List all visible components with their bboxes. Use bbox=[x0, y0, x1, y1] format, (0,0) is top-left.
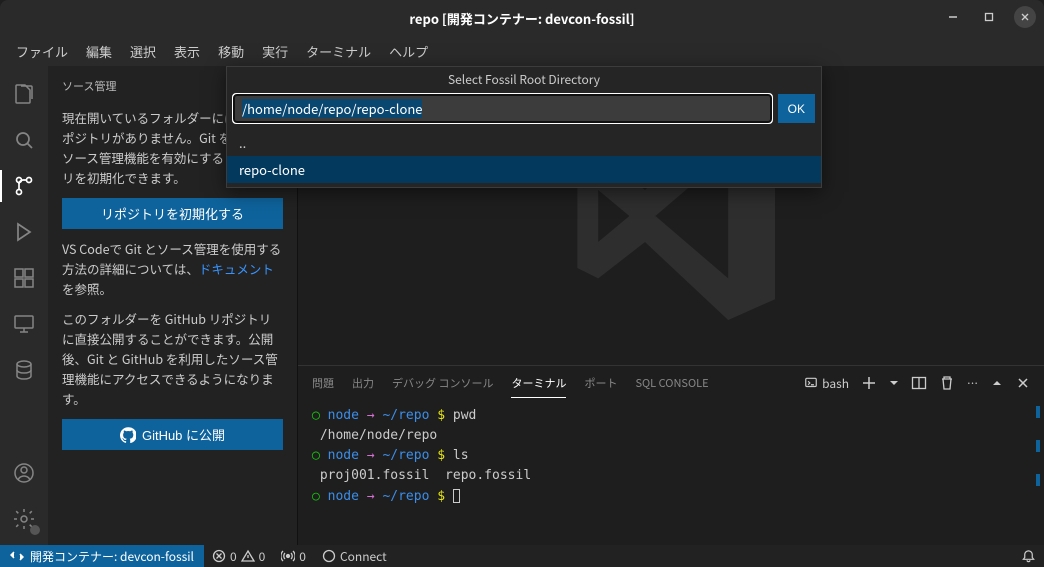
terminal-line: ◯ node → ~/repo $ ls bbox=[312, 446, 1030, 466]
menu-selection[interactable]: 選択 bbox=[122, 38, 164, 65]
status-connect[interactable]: Connect bbox=[314, 545, 395, 567]
split-terminal-icon[interactable] bbox=[911, 375, 927, 391]
plug-icon bbox=[322, 549, 336, 563]
antenna-icon bbox=[281, 549, 295, 563]
database-icon[interactable] bbox=[0, 350, 48, 390]
settings-badge bbox=[30, 525, 40, 535]
close-panel-icon[interactable] bbox=[1016, 376, 1030, 390]
status-error-count: 0 bbox=[230, 548, 237, 565]
status-ports[interactable]: 0 bbox=[273, 545, 314, 567]
quick-input-picker: Select Fossil Root Directory OK .. repo-… bbox=[226, 66, 822, 188]
settings-icon[interactable] bbox=[0, 499, 48, 539]
source-control-icon[interactable] bbox=[0, 166, 48, 206]
docs-link[interactable]: ドキュメント bbox=[199, 259, 274, 278]
menu-view[interactable]: 表示 bbox=[166, 38, 208, 65]
menu-edit[interactable]: 編集 bbox=[78, 38, 120, 65]
status-ports-count: 0 bbox=[299, 548, 306, 565]
warning-icon bbox=[241, 549, 255, 563]
picker-item-repo-clone[interactable]: repo-clone bbox=[227, 156, 821, 183]
bell-icon bbox=[1021, 549, 1036, 564]
maximize-button[interactable] bbox=[978, 6, 1000, 28]
panel-tabs: 問題 出力 デバッグ コンソール ターミナル ポート SQL CONSOLE b… bbox=[298, 366, 1044, 400]
panel: 問題 出力 デバッグ コンソール ターミナル ポート SQL CONSOLE b… bbox=[298, 365, 1044, 545]
error-icon bbox=[212, 549, 226, 563]
activitybar bbox=[0, 66, 48, 545]
status-remote[interactable]: 開発コンテナー: devcon-fossil bbox=[0, 545, 204, 567]
terminal-shell-name: bash bbox=[822, 375, 849, 392]
menu-run[interactable]: 実行 bbox=[254, 38, 296, 65]
titlebar: repo [開発コンテナー: devcon-fossil] bbox=[0, 0, 1044, 36]
tab-problems[interactable]: 問題 bbox=[312, 369, 334, 397]
menubar: ファイル 編集 選択 表示 移動 実行 ターミナル ヘルプ bbox=[0, 36, 1044, 66]
picker-list: .. repo-clone bbox=[227, 129, 821, 187]
tab-sql-console[interactable]: SQL CONSOLE bbox=[635, 369, 708, 397]
explorer-icon[interactable] bbox=[0, 74, 48, 114]
terminal-profile[interactable]: bash bbox=[804, 375, 849, 392]
menu-go[interactable]: 移動 bbox=[210, 38, 252, 65]
panel-more-icon[interactable]: ⋯ bbox=[967, 375, 978, 391]
terminal-line: ○ node → ~/repo $ bbox=[312, 487, 1030, 507]
terminal-dropdown-icon[interactable] bbox=[889, 378, 899, 388]
minimize-button[interactable] bbox=[942, 6, 964, 28]
statusbar: 開発コンテナー: devcon-fossil 0 0 0 Connect bbox=[0, 545, 1044, 567]
close-button[interactable] bbox=[1014, 6, 1036, 28]
tab-terminal[interactable]: ターミナル bbox=[511, 369, 566, 398]
sidebar-msg-github: このフォルダーを GitHub リポジトリに直接公開することができます。公開後、… bbox=[62, 309, 283, 409]
status-warning-count: 0 bbox=[259, 548, 266, 565]
menu-help[interactable]: ヘルプ bbox=[381, 38, 436, 65]
publish-github-label: GitHub に公開 bbox=[142, 425, 225, 444]
terminal-decorations bbox=[1036, 406, 1040, 486]
remote-icon bbox=[10, 549, 24, 563]
menu-terminal[interactable]: ターミナル bbox=[298, 38, 379, 65]
new-terminal-icon[interactable] bbox=[861, 375, 877, 391]
picker-item-parent[interactable]: .. bbox=[227, 129, 821, 156]
terminal[interactable]: ◯ node → ~/repo $ pwd /home/node/repo ◯ … bbox=[298, 400, 1044, 545]
publish-github-button[interactable]: GitHub に公開 bbox=[62, 419, 283, 450]
maximize-panel-icon[interactable] bbox=[990, 376, 1004, 390]
status-connect-label: Connect bbox=[340, 548, 387, 565]
terminal-line: /home/node/repo bbox=[312, 426, 1030, 446]
window-controls bbox=[942, 6, 1036, 28]
init-repo-label: リポジトリを初期化する bbox=[101, 204, 244, 223]
window-title: repo [開発コンテナー: devcon-fossil] bbox=[409, 9, 634, 28]
status-notifications[interactable] bbox=[1013, 545, 1044, 567]
tab-debug-console[interactable]: デバッグ コンソール bbox=[392, 369, 493, 397]
tab-output[interactable]: 出力 bbox=[352, 369, 374, 397]
status-remote-label: 開発コンテナー: devcon-fossil bbox=[30, 548, 194, 565]
extensions-icon[interactable] bbox=[0, 258, 48, 298]
tab-ports[interactable]: ポート bbox=[584, 369, 617, 397]
accounts-icon[interactable] bbox=[0, 453, 48, 493]
terminal-line: proj001.fossil repo.fossil bbox=[312, 466, 1030, 486]
picker-ok-button[interactable]: OK bbox=[778, 94, 815, 123]
init-repo-button[interactable]: リポジトリを初期化する bbox=[62, 198, 283, 229]
remote-explorer-icon[interactable] bbox=[0, 304, 48, 344]
picker-input[interactable] bbox=[233, 94, 772, 123]
run-debug-icon[interactable] bbox=[0, 212, 48, 252]
search-icon[interactable] bbox=[0, 120, 48, 160]
picker-title: Select Fossil Root Directory bbox=[227, 67, 821, 94]
sidebar-msg-docs: VS Codeで Git とソース管理を使用する方法の詳細については、ドキュメン… bbox=[62, 239, 283, 299]
status-problems[interactable]: 0 0 bbox=[204, 545, 273, 567]
kill-terminal-icon[interactable] bbox=[939, 375, 955, 391]
menu-file[interactable]: ファイル bbox=[8, 38, 76, 65]
terminal-line: ◯ node → ~/repo $ pwd bbox=[312, 406, 1030, 426]
github-icon bbox=[120, 427, 136, 443]
